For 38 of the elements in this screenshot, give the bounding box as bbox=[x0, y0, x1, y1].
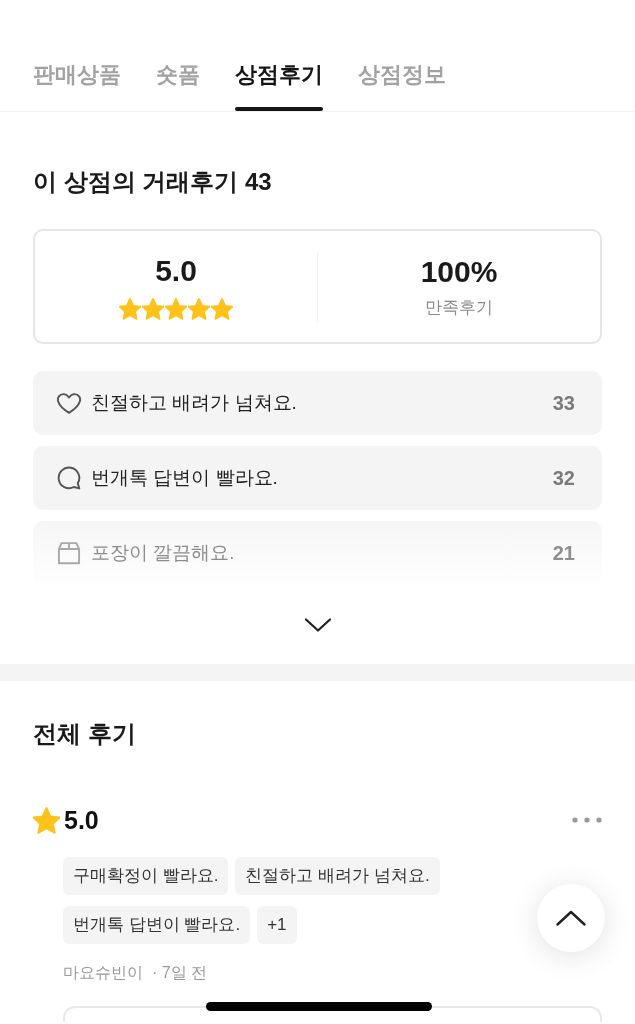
review-tag: 번개톡 답변이 빨라요. bbox=[63, 906, 251, 944]
tab[interactable]: 상점후기 bbox=[235, 61, 323, 111]
expand-button[interactable] bbox=[303, 618, 332, 632]
review-author: 마요슈빈이 bbox=[63, 963, 143, 983]
keyword-count: 33 bbox=[552, 391, 575, 415]
review-time: · 7일 전 bbox=[152, 963, 208, 983]
section-title: 전체 후기 bbox=[33, 719, 137, 749]
chevron-up-icon bbox=[556, 910, 586, 926]
section-title: 이 상점의 거래후기 43 bbox=[33, 167, 273, 197]
tab[interactable]: 숏폼 bbox=[156, 61, 200, 111]
heart-icon bbox=[57, 391, 81, 415]
review-rating: 5.0 bbox=[64, 805, 99, 835]
rating-value: 5.0 bbox=[155, 253, 197, 288]
star-icon bbox=[165, 297, 187, 320]
star-icon bbox=[33, 806, 60, 834]
chat-bubble-icon bbox=[57, 466, 81, 490]
keyword-label: 포장이 깔끔해요. bbox=[91, 541, 235, 565]
more-tags-badge: +1 bbox=[257, 906, 297, 944]
box-icon bbox=[57, 541, 81, 565]
more-icon bbox=[572, 817, 602, 823]
keyword-label: 친절하고 배려가 넘쳐요. bbox=[91, 391, 297, 415]
star-icon bbox=[119, 297, 141, 320]
review-tag: 친절하고 배려가 넘쳐요. bbox=[235, 857, 440, 895]
keyword-row[interactable]: 친절하고 배려가 넘쳐요. 33 bbox=[33, 371, 602, 435]
chevron-down-icon bbox=[303, 618, 332, 632]
satisfaction-label: 만족후기 bbox=[425, 296, 493, 319]
star-icon bbox=[142, 297, 164, 320]
star-icon bbox=[211, 297, 233, 320]
keyword-count: 32 bbox=[552, 466, 575, 490]
satisfaction-value: 100% bbox=[420, 254, 498, 289]
keyword-count: 21 bbox=[552, 541, 575, 565]
tab[interactable]: 판매상품 bbox=[33, 61, 121, 111]
more-button[interactable] bbox=[572, 817, 602, 823]
tab[interactable]: 상점정보 bbox=[358, 61, 446, 111]
keyword-row[interactable]: 번개톡 답변이 빨라요. 32 bbox=[33, 446, 602, 510]
star-icon bbox=[188, 297, 210, 320]
review-tag: 구매확정이 빨라요. bbox=[63, 857, 229, 895]
keyword-label: 번개톡 답변이 빨라요. bbox=[91, 466, 278, 490]
